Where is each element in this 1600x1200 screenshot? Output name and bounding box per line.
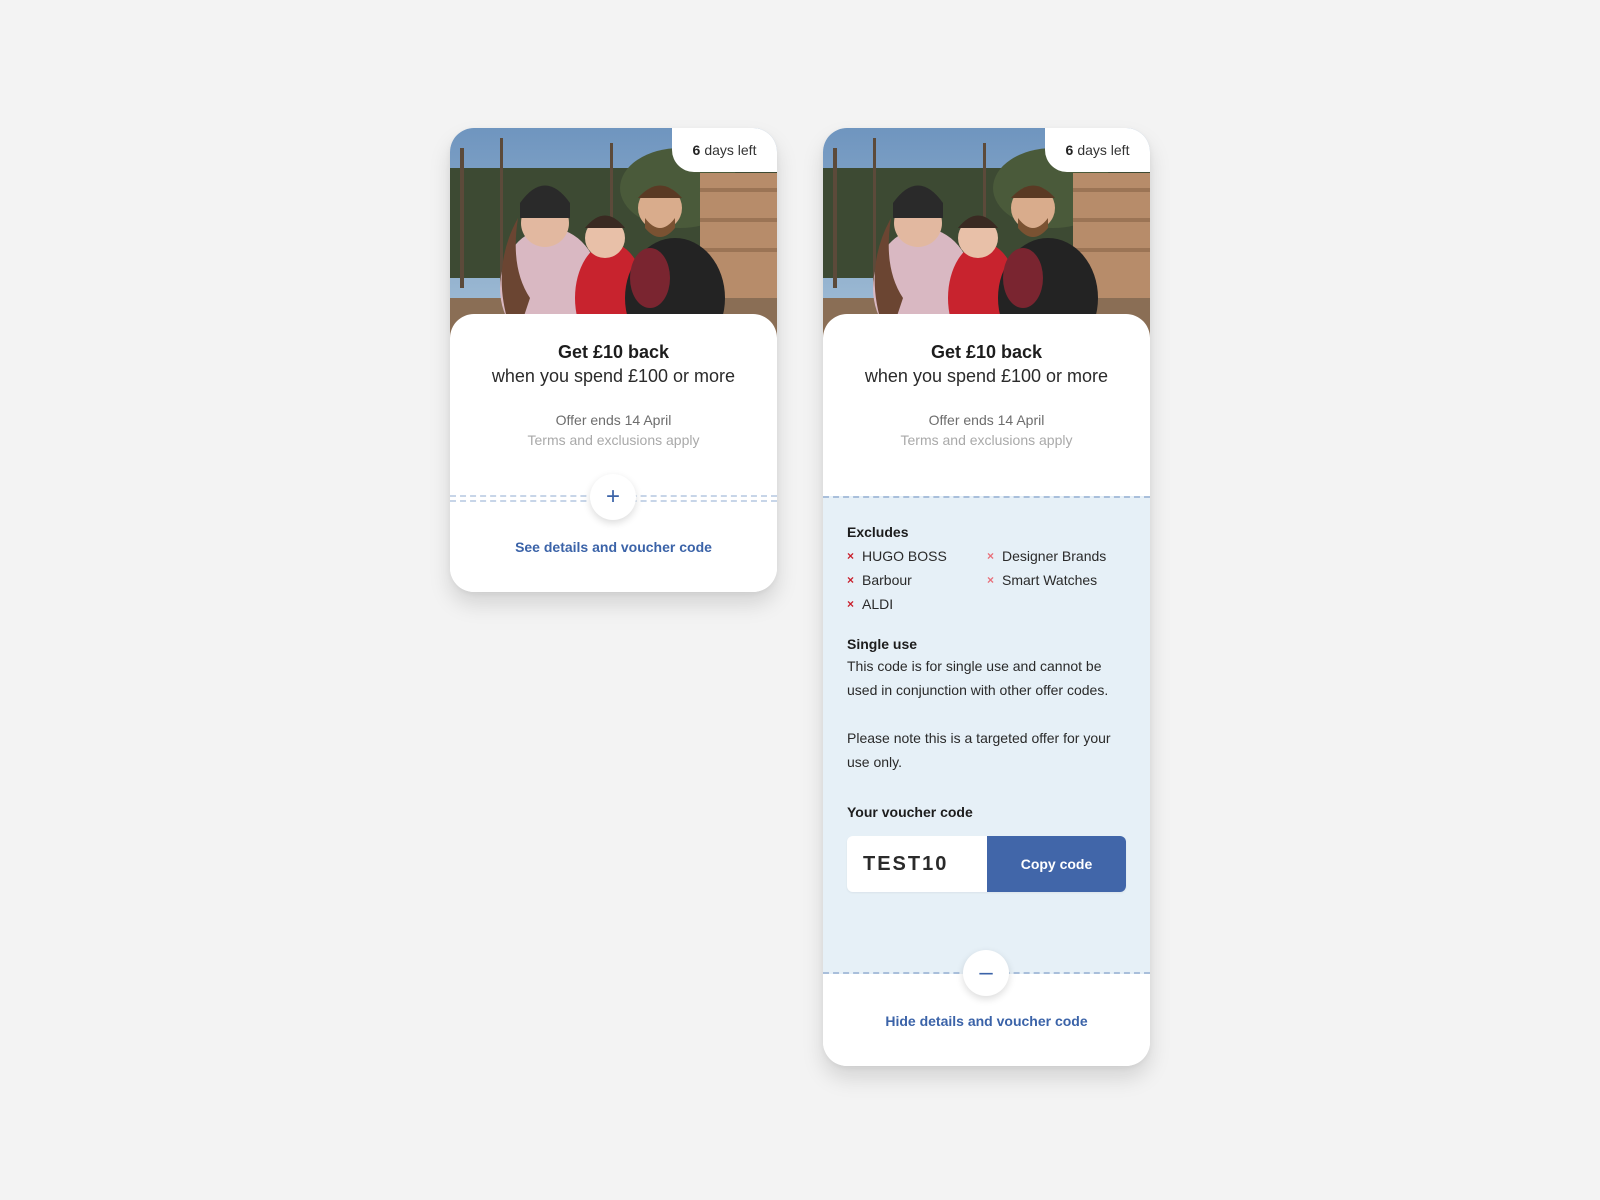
offer-end-date: Offer ends 14 April	[928, 412, 1045, 428]
offer-end-date: Offer ends 14 April	[555, 412, 672, 428]
excludes-title: Excludes	[847, 524, 909, 540]
days-left-text: days left	[704, 142, 757, 158]
collapse-button[interactable]: –	[963, 950, 1009, 996]
targeted-offer-text: Please note this is a targeted offer for…	[847, 730, 1111, 770]
single-use-title: Single use	[847, 636, 918, 652]
voucher-row: TEST10 Copy code	[847, 836, 1126, 892]
minus-icon: –	[979, 959, 993, 986]
x-icon: ×	[847, 549, 855, 563]
see-details-link[interactable]: See details and voucher code	[450, 539, 777, 555]
exclude-item: × ALDI	[847, 594, 987, 614]
x-icon: ×	[987, 549, 995, 563]
single-use-text: This code is for single use and cannot b…	[847, 658, 1109, 698]
days-left-text: days left	[1077, 142, 1130, 158]
exclude-item: × Designer Brands	[987, 546, 1127, 566]
voucher-title: Your voucher code	[847, 804, 973, 820]
x-icon: ×	[987, 573, 995, 587]
terms-text: Terms and exclusions apply	[527, 432, 700, 448]
exclude-label: ALDI	[862, 596, 894, 612]
offer-headline: Get £10 back	[930, 342, 1043, 362]
terms-text: Terms and exclusions apply	[900, 432, 1073, 448]
offer-card-expanded: 6 days left Get £10 back when you spend …	[823, 128, 1150, 1066]
exclude-label: Designer Brands	[1002, 548, 1107, 564]
hide-details-link[interactable]: Hide details and voucher code	[823, 1013, 1150, 1029]
plus-icon: +	[605, 483, 620, 510]
days-left-badge: 6 days left	[1045, 128, 1150, 172]
offer-headline: Get £10 back	[557, 342, 670, 362]
exclude-label: HUGO BOSS	[862, 548, 947, 564]
x-icon: ×	[847, 597, 855, 611]
days-left-badge: 6 days left	[672, 128, 777, 172]
exclude-item: × Barbour	[847, 570, 987, 590]
exclude-label: Smart Watches	[1002, 572, 1098, 588]
excludes-list: × HUGO BOSS × Designer Brands × Barbour …	[847, 546, 1126, 614]
offer-subline: when you spend £100 or more	[491, 366, 736, 386]
exclude-item: × Smart Watches	[987, 570, 1127, 590]
exclude-item: × HUGO BOSS	[847, 546, 987, 566]
details-panel: Excludes × HUGO BOSS × Designer Brands ×…	[823, 496, 1150, 974]
voucher-code[interactable]: TEST10	[847, 836, 987, 892]
x-icon: ×	[847, 573, 855, 587]
copy-code-button[interactable]: Copy code	[987, 836, 1126, 892]
offer-subline: when you spend £100 or more	[864, 366, 1109, 386]
expand-button[interactable]: +	[590, 474, 636, 520]
days-left-number: 6	[692, 142, 701, 158]
offer-card-collapsed: 6 days left Get £10 back when you spend …	[450, 128, 777, 592]
days-left-number: 6	[1065, 142, 1074, 158]
exclude-label: Barbour	[862, 572, 912, 588]
